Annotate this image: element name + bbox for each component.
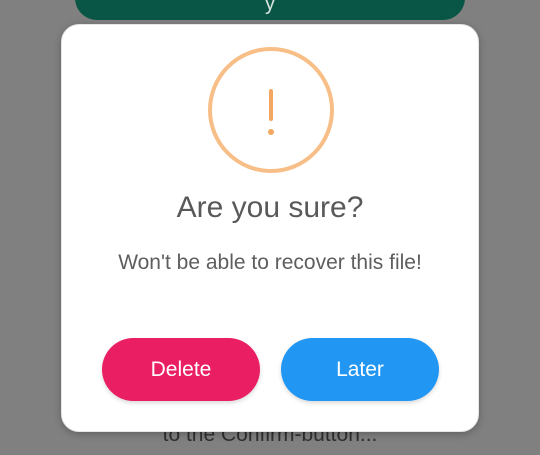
- background-action-label: y: [265, 0, 275, 15]
- background-action-button: y: [75, 0, 465, 20]
- exclamation-icon: [208, 47, 334, 173]
- exclamation-dot: [268, 129, 274, 135]
- exclamation-bar: [269, 89, 273, 121]
- dialog-message: Won't be able to recover this file!: [118, 251, 422, 274]
- screen: { "background": { "hint_text": "to the C…: [0, 0, 540, 455]
- delete-button[interactable]: Delete: [102, 338, 260, 401]
- later-button[interactable]: Later: [281, 338, 439, 401]
- dialog-title: Are you sure?: [176, 191, 364, 224]
- confirm-dialog: Are you sure? Won't be able to recover t…: [61, 24, 479, 432]
